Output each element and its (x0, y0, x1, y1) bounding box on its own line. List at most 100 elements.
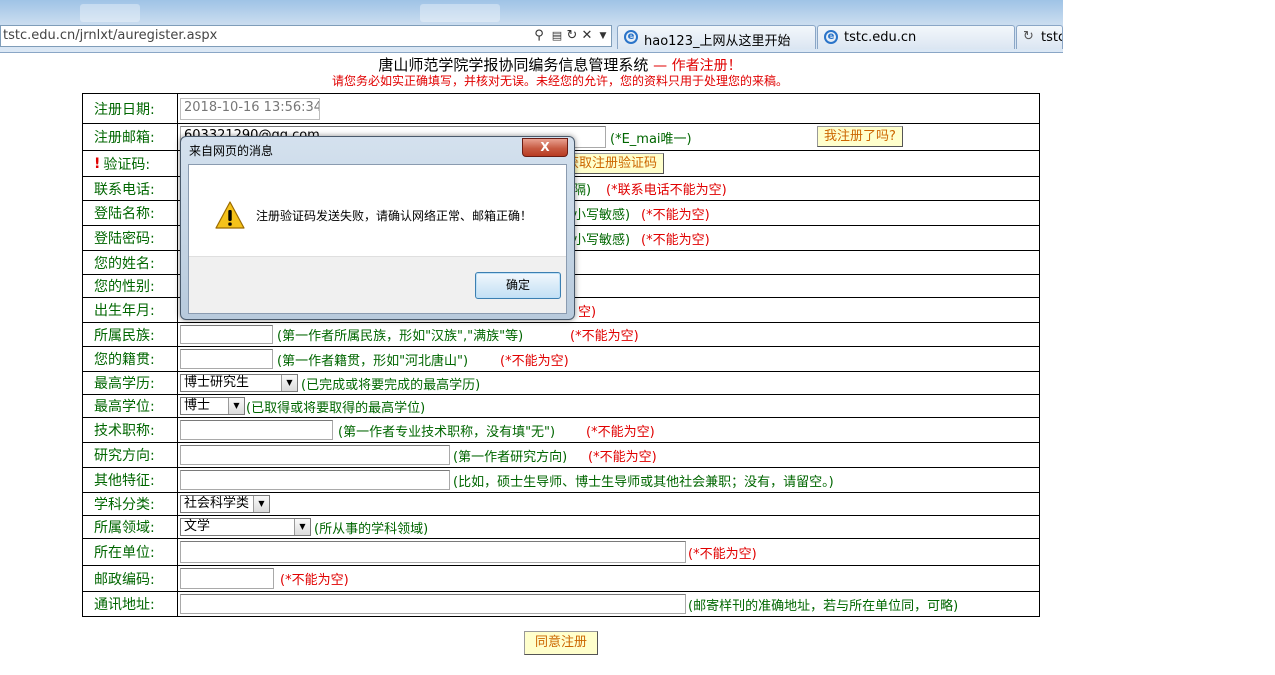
dialog-close-button[interactable]: X (522, 138, 568, 157)
login-password-required: (*不能为空) (641, 232, 710, 248)
name-label: 您的姓名: (83, 251, 178, 274)
tab-label: tstc.edu.cn (844, 30, 917, 45)
research-required: (*不能为空) (588, 449, 657, 465)
tab-label: hao123_上网从这里开始 (644, 34, 791, 49)
unit-field[interactable] (180, 541, 686, 563)
category-select[interactable]: 社会科学类 ▼ (180, 495, 270, 513)
postcode-label: 邮政编码: (83, 566, 178, 591)
login-password-hint: 小写敏感) (573, 232, 631, 248)
page-notice: 请您务必如实正确填写，并核对无误。未经您的允许，您的资料只用于处理您的来稿。 (331, 74, 788, 88)
field-select[interactable]: 文学 ▼ (180, 518, 311, 536)
phone-required: (*联系电话不能为空) (606, 183, 727, 198)
education-select[interactable]: 博士研究生 ▼ (180, 374, 298, 392)
row-address: 通讯地址: (邮寄样刊的准确地址，若与所在单位同，可略) (83, 591, 1039, 616)
login-name-label: 登陆名称: (83, 201, 178, 225)
native-place-required: (*不能为空) (500, 353, 569, 369)
reg-date-label: 注册日期: (83, 94, 178, 123)
field-hint: (所从事的学科领域) (314, 521, 429, 537)
category-label: 学科分类: (83, 493, 178, 515)
search-icon[interactable]: ⚲ (531, 27, 547, 45)
dialog-title: 来自网页的消息 (189, 144, 274, 158)
row-postcode: 邮政编码: (*不能为空) (83, 565, 1039, 591)
agree-register-button[interactable]: 同意注册 (524, 631, 598, 655)
row-degree: 最高学位: 博士 ▼ (已取得或将要取得的最高学位) (83, 394, 1039, 417)
browser-chrome: tstc.edu.cn/jrnlxt/auregister.aspx ⚲ ▤ ↻… (0, 0, 1063, 53)
chevron-down-icon[interactable]: ▼ (281, 375, 297, 391)
row-reg-date: 注册日期: 2018-10-16 13:56:34 (83, 94, 1039, 123)
login-password-label: 登陆密码: (83, 226, 178, 250)
chevron-down-icon[interactable]: ▼ (253, 496, 269, 512)
reg-date-field: 2018-10-16 13:56:34 (180, 98, 320, 120)
native-place-hint: (第一作者籍贯，形如"河北唐山") (277, 353, 469, 369)
title-label: 技术职称: (83, 418, 178, 442)
education-selected: 博士研究生 (184, 375, 250, 390)
education-label: 最高学历: (83, 372, 178, 394)
check-registered-button[interactable]: 我注册了吗? (817, 126, 903, 147)
chrome-decoration (420, 4, 500, 22)
ethnicity-label: 所属民族: (83, 323, 178, 346)
research-field[interactable] (180, 445, 450, 465)
login-name-hint: 小写敏感) (573, 207, 631, 223)
warning-icon (215, 201, 245, 229)
verify-code-label: ! 验证码: (83, 151, 178, 176)
field-selected: 文学 (184, 519, 211, 534)
other-hint: (比如，硕士生导师、博士生导师或其他社会兼职；没有，请留空。) (453, 474, 834, 490)
title-required: (*不能为空) (586, 424, 655, 440)
phone-label: 联系电话: (83, 177, 178, 200)
address-label: 通讯地址: (83, 592, 178, 616)
postcode-required: (*不能为空) (280, 573, 349, 588)
unit-required: (*不能为空) (688, 546, 757, 562)
row-research: 研究方向: (第一作者研究方向) (*不能为空) (83, 442, 1039, 467)
row-title: 技术职称: (第一作者专业技术职称，没有填"无") (*不能为空) (83, 417, 1039, 442)
birth-required: 空) (578, 304, 597, 320)
loading-icon: ↻ (1023, 29, 1034, 44)
other-field[interactable] (180, 470, 450, 490)
other-label: 其他特征: (83, 468, 178, 492)
field-label: 所属领域: (83, 516, 178, 538)
tab-tstc-loading[interactable]: ↻ tstc (1016, 25, 1063, 49)
dialog-ok-button[interactable]: 确定 (475, 272, 561, 299)
email-label: 注册邮箱: (83, 124, 178, 150)
row-category: 学科分类: 社会科学类 ▼ (83, 492, 1039, 515)
address-bar[interactable]: tstc.edu.cn/jrnlxt/auregister.aspx ⚲ ▤ ↻… (0, 25, 612, 47)
education-hint: (已完成或将要完成的最高学历) (301, 377, 481, 393)
row-education: 最高学历: 博士研究生 ▼ (已完成或将要完成的最高学历) (83, 371, 1039, 394)
degree-hint: (已取得或将要取得的最高学位) (246, 400, 426, 416)
ie-icon: e (624, 30, 638, 44)
chrome-decoration (80, 4, 140, 22)
birth-label: 出生年月: (83, 298, 178, 322)
dialog-message: 注册验证码发送失败，请确认网络正常、邮箱正确！ (256, 209, 533, 223)
tab-hao123[interactable]: e hao123_上网从这里开始 (617, 25, 816, 49)
row-ethnicity: 所属民族: (第一作者所属民族，形如"汉族","满族"等) (*不能为空) (83, 322, 1039, 346)
compatibility-icon[interactable]: ▤ (549, 27, 565, 45)
postcode-field[interactable] (180, 568, 274, 589)
phone-hint: 隔) (573, 183, 592, 198)
chevron-down-icon[interactable]: ▼ (228, 398, 244, 414)
stop-icon[interactable]: ✕ (579, 27, 595, 45)
tab-label: tstc (1041, 30, 1063, 45)
degree-select[interactable]: 博士 ▼ (180, 397, 245, 415)
refresh-icon[interactable]: ↻ (564, 27, 580, 45)
verify-code-label-text: 验证码: (103, 156, 151, 173)
row-unit: 所在单位: (*不能为空) (83, 538, 1039, 565)
address-field[interactable] (180, 594, 686, 614)
row-native-place: 您的籍贯: (第一作者籍贯，形如"河北唐山") (*不能为空) (83, 346, 1039, 371)
native-place-label: 您的籍贯: (83, 347, 178, 371)
tab-tstc[interactable]: e tstc.edu.cn (817, 25, 1015, 49)
unit-label: 所在单位: (83, 539, 178, 565)
chevron-down-icon[interactable]: ▼ (294, 519, 310, 535)
dialog-body: 注册验证码发送失败，请确认网络正常、邮箱正确！ 确定 (188, 164, 567, 314)
required-mark: ! (94, 155, 101, 172)
degree-label: 最高学位: (83, 395, 178, 417)
ethnicity-required: (*不能为空) (570, 329, 639, 344)
native-place-field[interactable] (180, 349, 273, 369)
research-label: 研究方向: (83, 443, 178, 467)
ethnicity-field[interactable] (180, 325, 273, 344)
category-selected: 社会科学类 (184, 496, 250, 511)
title-field[interactable] (180, 420, 333, 440)
research-hint: (第一作者研究方向) (453, 449, 568, 465)
login-name-required: (*不能为空) (641, 207, 710, 223)
email-hint: (*E_mai唯一) (610, 131, 692, 147)
row-other: 其他特征: (比如，硕士生导师、博士生导师或其他社会兼职；没有，请留空。) (83, 467, 1039, 492)
dropdown-icon[interactable]: ▼ (595, 27, 611, 45)
